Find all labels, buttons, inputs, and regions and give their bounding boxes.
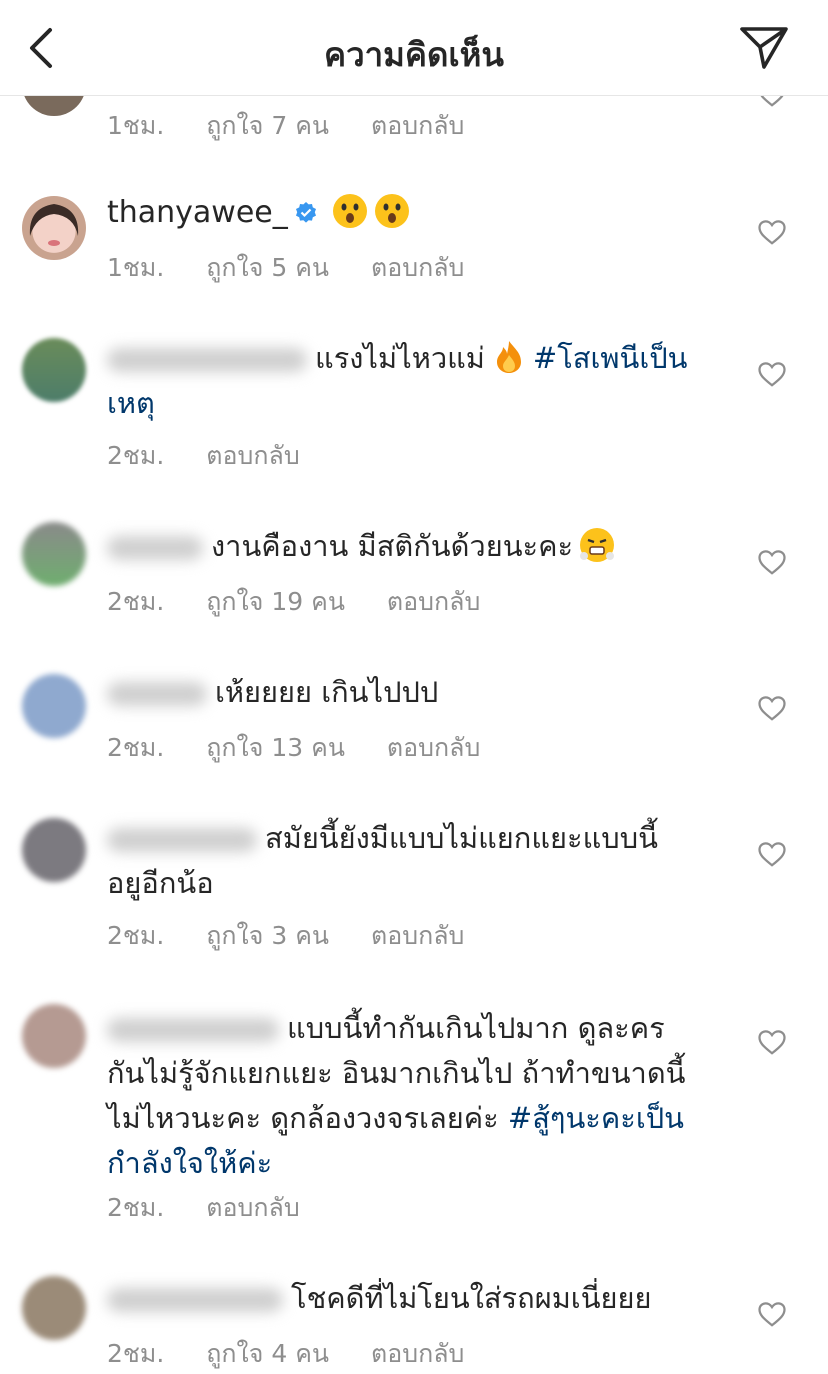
comment-time: 2ชม. (107, 587, 165, 616)
comment-meta: 2ชม. ถูกใจ 19 คน ตอบกลับ (107, 582, 514, 622)
comment-meta: 2ชม. ตอบกลับ (107, 1188, 334, 1228)
comment-text: สมัยนี้ยังมีแบบไม่แยกแยะแบบนี้ (265, 821, 658, 855)
reply-button[interactable]: ตอบกลับ (387, 733, 480, 762)
comment-likes[interactable]: ถูกใจ 7 คน (206, 111, 329, 140)
comment-text: เห้ยยยย เกินไปปป (215, 675, 439, 709)
reply-button[interactable]: ตอบกลับ (371, 253, 464, 282)
hushed-face-emoji (374, 194, 409, 228)
top-nav-bar: ความคิดเห็น (0, 0, 828, 96)
avatar[interactable] (22, 522, 86, 586)
verified-badge-icon (295, 202, 316, 223)
hushed-face-emoji (332, 194, 367, 228)
comment-body: โชคดีที่ไม่โยนใส่รถผมเนี่ยยย (107, 1276, 707, 1321)
hashtag-link[interactable]: กำลังใจให้ค่ะ (107, 1146, 272, 1180)
comment-text: อยูอีกน้อ (107, 866, 214, 900)
comment-likes[interactable]: ถูกใจ 4 คน (206, 1339, 329, 1368)
comment-likes[interactable]: ถูกใจ 13 คน (206, 733, 345, 762)
blurred-username[interactable] (107, 348, 307, 372)
comment-body: แรงไม่ไหวแม่ #โสเพนีเป็น เหตุ (107, 336, 707, 426)
comment-time: 1ชม. (107, 253, 165, 282)
comment-likes[interactable]: ถูกใจ 19 คน (206, 587, 345, 616)
comment-body: แบบนี้ทำกันเกินไปมาก ดูละคร กันไม่รู้จัก… (107, 1006, 707, 1186)
comment-time: 2ชม. (107, 1339, 165, 1368)
steam-face-emoji (580, 528, 615, 562)
comment-meta: 2ชม. ถูกใจ 3 คน ตอบกลับ (107, 916, 498, 956)
reply-button[interactable]: ตอบกลับ (371, 111, 464, 140)
comment-body: thanyawee_ (107, 190, 707, 235)
hashtag-link[interactable]: #โสเพนีเป็น (533, 341, 688, 375)
reply-button[interactable]: ตอบกลับ (371, 1339, 464, 1368)
comment-meta: 2ชม. ถูกใจ 13 คน ตอบกลับ (107, 728, 514, 768)
heart-icon[interactable] (757, 1300, 787, 1328)
heart-icon[interactable] (757, 694, 787, 722)
comment-time: 2ชม. (107, 733, 165, 762)
comment-likes[interactable]: ถูกใจ 5 คน (206, 253, 329, 282)
comment-username[interactable]: thanyawee_ (107, 195, 288, 230)
reply-button[interactable]: ตอบกลับ (371, 921, 464, 950)
hashtag-link[interactable]: เหตุ (107, 386, 155, 420)
comment-text: งานคืองาน มีสติกันด้วยนะคะ (211, 529, 574, 563)
comment-body: สมัยนี้ยังมีแบบไม่แยกแยะแบบนี้ อยูอีกน้อ (107, 816, 707, 906)
hashtag-link[interactable]: #สู้ๆนะคะเป็น (508, 1101, 684, 1135)
heart-icon[interactable] (757, 360, 787, 388)
avatar[interactable] (22, 1276, 86, 1340)
avatar[interactable] (22, 674, 86, 738)
blurred-username[interactable] (107, 682, 207, 706)
comment-meta: 1ชม. ถูกใจ 7 คน ตอบกลับ (107, 106, 498, 146)
comment-meta: 1ชม. ถูกใจ 5 คน ตอบกลับ (107, 248, 498, 288)
reply-button[interactable]: ตอบกลับ (206, 441, 299, 470)
heart-icon[interactable] (757, 1028, 787, 1056)
comment-time: 2ชม. (107, 1193, 165, 1222)
avatar[interactable] (22, 1004, 86, 1068)
blurred-username[interactable] (107, 536, 203, 560)
comment-text: กันไม่รู้จักแยกแยะ อินมากเกินไป ถ้าทำขนา… (107, 1056, 686, 1090)
comment-body: เห้ยยยย เกินไปปป (107, 670, 707, 715)
comment-body: งานคืองาน มีสติกันด้วยนะคะ (107, 524, 707, 569)
comment-text: โชคดีที่ไม่โยนใส่รถผมเนี่ยยย (291, 1281, 652, 1315)
comment-text: ไม่ไหวนะคะ ดูกล้องวงจรเลยค่ะ (107, 1101, 499, 1135)
comment-time: 1ชม. (107, 111, 165, 140)
reply-button[interactable]: ตอบกลับ (387, 587, 480, 616)
avatar[interactable] (22, 818, 86, 882)
comment-meta: 2ชม. ถูกใจ 4 คน ตอบกลับ (107, 1334, 498, 1374)
avatar[interactable] (22, 196, 86, 260)
blurred-username[interactable] (107, 828, 257, 852)
comment-likes[interactable]: ถูกใจ 3 คน (206, 921, 329, 950)
blurred-username[interactable] (107, 1018, 279, 1042)
direct-send-icon[interactable] (738, 25, 790, 71)
avatar[interactable] (22, 338, 86, 402)
comments-list: 1ชม. ถูกใจ 7 คน ตอบกลับ thanyawee_ 1ชม. … (0, 0, 828, 1368)
comment-time: 2ชม. (107, 921, 165, 950)
comment-text: แบบนี้ทำกันเกินไปมาก ดูละคร (287, 1011, 665, 1045)
comment-meta: 2ชม. ตอบกลับ (107, 436, 334, 476)
heart-icon[interactable] (757, 840, 787, 868)
fire-emoji (496, 341, 521, 373)
comment-text: แรงไม่ไหวแม่ (315, 341, 485, 375)
comment-time: 2ชม. (107, 441, 165, 470)
page-title: ความคิดเห็น (324, 35, 504, 74)
heart-icon[interactable] (757, 548, 787, 576)
blurred-username[interactable] (107, 1288, 283, 1312)
reply-button[interactable]: ตอบกลับ (206, 1193, 299, 1222)
heart-icon[interactable] (757, 218, 787, 246)
